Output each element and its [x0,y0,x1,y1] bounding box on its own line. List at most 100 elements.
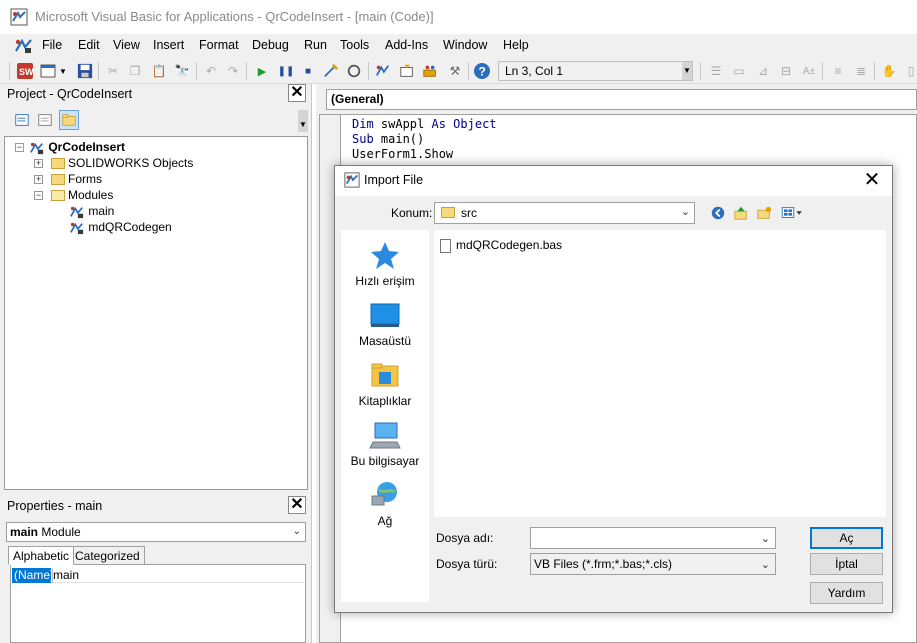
close-icon[interactable]: ✕ [288,496,306,514]
toolbar-grip [9,62,10,80]
file-item[interactable]: mdQRCodegen.bas [440,236,562,254]
toolbox-icon[interactable]: ⚒ [446,62,464,80]
list-constants-icon[interactable]: ⊿ [754,62,772,80]
tab-alphabetic[interactable]: Alphabetic [8,546,75,565]
up-folder-icon[interactable] [732,204,750,222]
redo-icon[interactable]: ↷ [224,62,242,80]
folder-icon [441,207,455,218]
project-tree: − QrCodeInsert + SOLIDWORKS Objects + Fo… [4,136,308,490]
paste-icon[interactable]: 📋 [150,62,168,80]
undo-icon[interactable]: ↶ [202,62,220,80]
tree-expand-solidworks[interactable]: + [34,159,43,168]
help-tools-icon[interactable] [345,62,363,80]
module-icon [70,222,84,234]
cut-icon[interactable]: ✂ [104,62,122,80]
project-toolbar-overflow[interactable]: ▼ [298,110,308,132]
cancel-button[interactable]: İptal [810,553,883,575]
menu-debug[interactable]: Debug [252,38,289,52]
property-row[interactable]: (Name) main [12,568,304,583]
place-libraries[interactable]: Kitaplıklar [341,360,429,418]
place-quick-access[interactable]: Hızlı erişim [341,240,429,298]
tab-categorized[interactable]: Categorized [70,546,145,565]
properties-window-icon[interactable] [398,62,416,80]
toggle-folders-icon[interactable] [59,110,79,130]
help-icon[interactable]: ? [473,62,491,80]
run-icon[interactable]: ▶ [253,62,271,80]
place-network[interactable]: Ağ [341,480,429,538]
tree-collapse-modules[interactable]: − [34,191,43,200]
view-object-icon[interactable] [35,110,55,130]
outdent-icon[interactable]: ≡ [829,62,847,80]
place-this-pc[interactable]: Bu bilgisayar [341,420,429,478]
filetype-value: VB Files (*.frm;*.bas;*.cls) [534,557,673,571]
tree-item-module-mdqrcodegen[interactable]: mdQRCodegen [69,219,172,235]
chevron-down-icon[interactable]: ▼ [58,62,68,80]
quick-info-icon[interactable]: ⊟ [777,62,795,80]
vba-menu-icon[interactable] [14,37,34,55]
chevron-down-icon: ⌄ [760,559,770,571]
close-icon[interactable]: ✕ [858,168,886,194]
libraries-icon [371,363,399,387]
menu-edit[interactable]: Edit [78,38,100,52]
view-code-icon[interactable] [12,110,32,130]
help-button[interactable]: Yardım [810,582,883,604]
comment-block-icon[interactable]: ≣ [852,62,870,80]
object-combo[interactable]: (General) [326,89,917,110]
place-desktop[interactable]: Masaüstü [341,300,429,358]
open-button[interactable]: Aç [810,527,883,549]
property-name: (Name) [12,568,55,583]
location-value: src [461,206,477,220]
reset-icon[interactable]: ■ [299,62,317,80]
list-properties-icon[interactable]: ▭ [730,62,748,80]
tree-item-solidworks-objects[interactable]: SOLIDWORKS Objects [51,155,193,171]
menu-file[interactable]: File [42,38,62,52]
bookmark-icon[interactable]: ▯ [902,62,917,80]
code-line[interactable]: Dim swAppl As Object [352,117,497,132]
properties-grid: (Name) main [10,564,306,643]
tree-label-root: QrCodeInsert [48,140,126,154]
back-icon[interactable] [709,204,727,222]
menu-insert[interactable]: Insert [153,38,184,52]
menu-view[interactable]: View [113,38,140,52]
properties-window: Properties - main ✕ main Module ⌄ Alphab… [0,494,312,643]
tree-collapse-root[interactable]: − [15,143,24,152]
new-folder-icon[interactable] [755,204,773,222]
chevron-down-icon[interactable]: ⌄ [761,529,770,549]
object-browser-icon[interactable] [421,62,439,80]
tree-item-forms[interactable]: Forms [51,171,102,187]
menu-window[interactable]: Window [443,38,487,52]
menu-run[interactable]: Run [304,38,327,52]
save-icon[interactable] [76,62,94,80]
complete-word-icon[interactable]: A± [800,62,818,80]
file-list[interactable]: mdQRCodegen.bas [434,230,886,517]
filename-input[interactable]: ⌄ [530,527,776,549]
close-icon[interactable]: ✕ [288,84,306,102]
toolbar-overflow[interactable]: ▼ [682,62,692,80]
tree-item-modules[interactable]: Modules [51,187,113,203]
tree-item-module-main[interactable]: main [69,203,114,219]
menu-tools[interactable]: Tools [340,38,369,52]
break-icon[interactable]: ❚❚ [277,62,295,80]
menu-add-ins[interactable]: Add-Ins [385,38,428,52]
tree-expand-forms[interactable]: + [34,175,43,184]
view-menu-icon[interactable] [779,204,805,222]
design-mode-icon[interactable] [322,62,340,80]
menu-format[interactable]: Format [199,38,239,52]
copy-icon[interactable]: ❐ [126,62,144,80]
code-line[interactable]: Sub main() [352,132,424,147]
menu-help[interactable]: Help [503,38,529,52]
project-explorer-icon[interactable] [374,62,392,80]
insert-userform-icon[interactable] [40,62,58,80]
property-value[interactable]: main [53,568,79,583]
vba-project-icon [30,142,44,154]
find-icon[interactable]: 🔭 [173,62,191,80]
tree-item-root[interactable]: QrCodeInsert [29,139,125,155]
filetype-select[interactable]: VB Files (*.frm;*.bas;*.cls) ⌄ [530,553,776,575]
location-combo[interactable]: src ⌄ [434,202,695,224]
toggle-breakpoint-icon[interactable]: ✋ [880,62,898,80]
solidworks-icon[interactable]: SW [16,62,34,80]
indent-icon[interactable]: ☰ [707,62,725,80]
object-name: main [10,525,39,539]
object-selector[interactable]: main Module ⌄ [6,522,306,542]
code-line[interactable]: UserForm1.Show [352,147,453,162]
